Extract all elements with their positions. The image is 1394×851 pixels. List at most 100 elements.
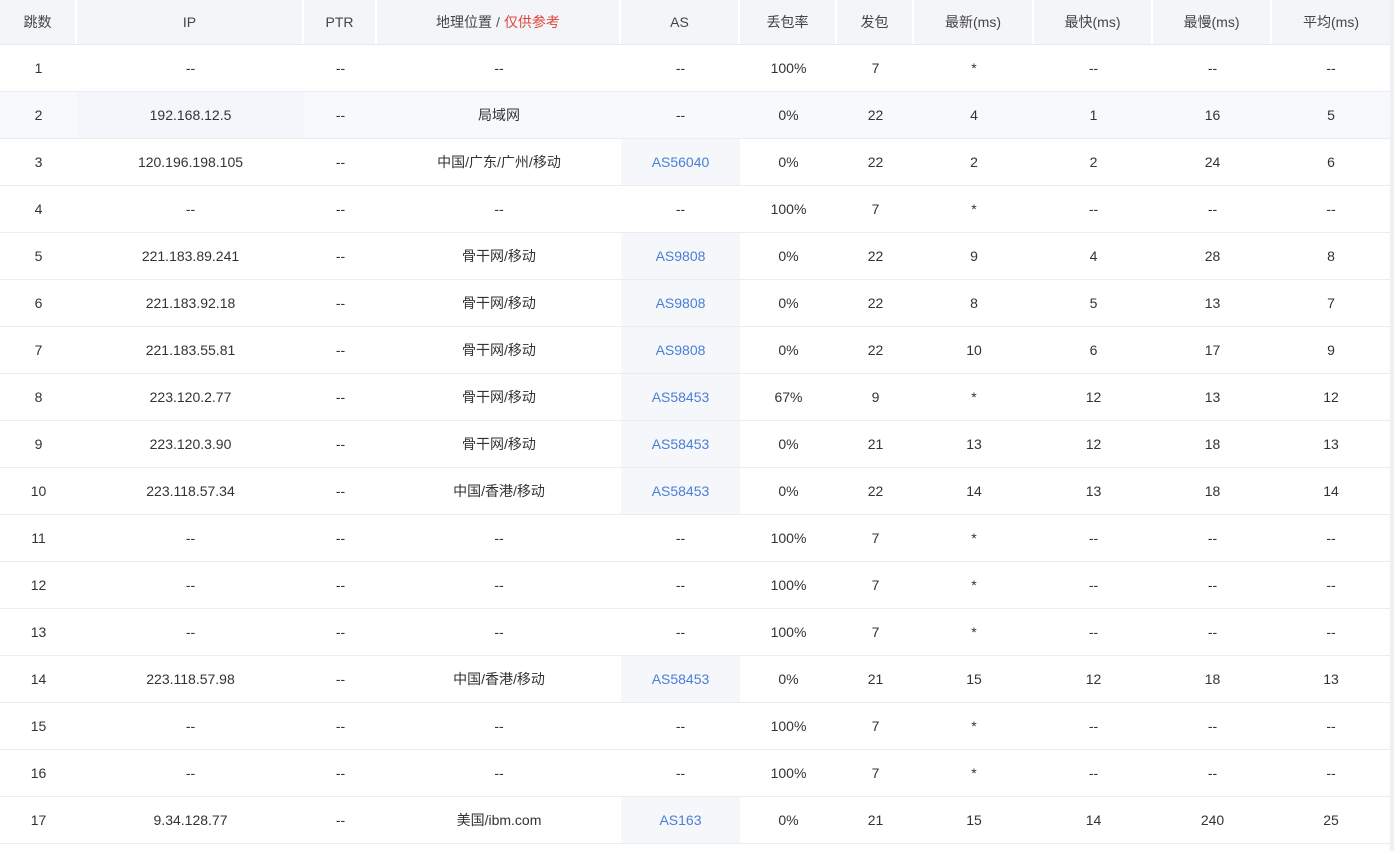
cell-as: AS56040 bbox=[621, 139, 740, 185]
cell-worst: 28 bbox=[1204, 248, 1221, 264]
as-number-link[interactable]: AS9808 bbox=[656, 295, 706, 311]
cell-as: -- bbox=[675, 60, 686, 76]
cell-worst: -- bbox=[1207, 624, 1218, 640]
header-ptr[interactable]: PTR bbox=[304, 0, 377, 44]
cell-best: -- bbox=[1088, 577, 1099, 593]
cell-sent: 7 bbox=[871, 577, 880, 593]
cell-worst: -- bbox=[1207, 577, 1218, 593]
header-last[interactable]: 最新(ms) bbox=[914, 0, 1034, 44]
table-row: 10 223.118.57.34 -- 中国/香港/移动 AS58453 0% 22 14 13… bbox=[0, 468, 1394, 515]
cell-ptr: -- bbox=[335, 812, 346, 828]
cell-avg: 13 bbox=[1323, 436, 1339, 452]
cell-ptr: -- bbox=[335, 671, 346, 687]
header-geo-label: 地理位置 bbox=[436, 14, 493, 30]
header-worst[interactable]: 最慢(ms) bbox=[1153, 0, 1272, 44]
cell-ptr: -- bbox=[335, 201, 346, 217]
cell-ip: -- bbox=[185, 530, 196, 546]
cell-best: 12 bbox=[1085, 671, 1102, 687]
as-number-link[interactable]: AS58453 bbox=[652, 671, 710, 687]
cell-hop: 11 bbox=[31, 530, 46, 546]
traceroute-table: 跳数 IP PTR 地理位置 / 仅供参考 AS 丢包率 发包 最新(ms) 最… bbox=[0, 0, 1394, 851]
cell-ptr: -- bbox=[335, 60, 346, 76]
cell-avg: 13 bbox=[1323, 671, 1339, 687]
cell-ptr: -- bbox=[335, 436, 346, 452]
cell-sent: 22 bbox=[867, 295, 884, 311]
cell-best: -- bbox=[1088, 624, 1099, 640]
table-row: 4 -- -- -- -- 100% 7 * -- -- -- bbox=[0, 186, 1394, 233]
cell-avg: 14 bbox=[1323, 483, 1339, 499]
header-geo[interactable]: 地理位置 / 仅供参考 bbox=[377, 0, 621, 44]
cell-sent: 7 bbox=[871, 201, 880, 217]
cell-ptr: -- bbox=[335, 718, 346, 734]
as-number-link[interactable]: AS9808 bbox=[656, 248, 706, 264]
cell-loss: 100% bbox=[770, 624, 807, 640]
cell-worst: 24 bbox=[1204, 154, 1221, 170]
header-best[interactable]: 最快(ms) bbox=[1034, 0, 1153, 44]
header-avg[interactable]: 平均(ms) bbox=[1272, 0, 1390, 44]
cell-best: -- bbox=[1088, 718, 1099, 734]
cell-best: 4 bbox=[1089, 248, 1098, 264]
cell-loss: 0% bbox=[778, 248, 799, 264]
cell-worst: 240 bbox=[1200, 812, 1225, 828]
cell-ptr: -- bbox=[335, 624, 346, 640]
cell-best: -- bbox=[1088, 530, 1099, 546]
as-number-link[interactable]: AS163 bbox=[659, 812, 701, 828]
cell-hop: 3 bbox=[34, 154, 43, 170]
table-row: 7 221.183.55.81 -- 骨干网/移动 AS9808 0% 22 10 6 17 9 bbox=[0, 327, 1394, 374]
cell-as: -- bbox=[675, 718, 686, 734]
cell-loss: 100% bbox=[770, 530, 807, 546]
cell-ptr: -- bbox=[335, 577, 346, 593]
cell-loss: 0% bbox=[778, 342, 799, 358]
header-sent[interactable]: 发包 bbox=[837, 0, 914, 44]
cell-last: * bbox=[971, 718, 977, 734]
cell-geo: 骨干网/移动 bbox=[462, 389, 536, 405]
cell-last: 15 bbox=[966, 812, 982, 828]
cell-ip: -- bbox=[185, 718, 196, 734]
cell-as: AS9808 bbox=[621, 233, 740, 279]
header-loss[interactable]: 丢包率 bbox=[740, 0, 837, 44]
cell-geo: 中国/香港/移动 bbox=[453, 671, 545, 687]
as-number-link[interactable]: AS58453 bbox=[652, 483, 710, 499]
cell-last: * bbox=[971, 389, 977, 405]
cell-last: * bbox=[971, 577, 977, 593]
cell-loss: 100% bbox=[770, 577, 807, 593]
cell-last: * bbox=[971, 624, 977, 640]
cell-last: * bbox=[971, 530, 977, 546]
as-number-link[interactable]: AS56040 bbox=[652, 154, 710, 170]
as-number-link[interactable]: AS58453 bbox=[652, 389, 710, 405]
as-number-link[interactable]: AS9808 bbox=[656, 342, 706, 358]
cell-best: -- bbox=[1088, 201, 1099, 217]
cell-best: -- bbox=[1088, 765, 1099, 781]
cell-ip: -- bbox=[185, 201, 196, 217]
cell-hop: 8 bbox=[34, 389, 43, 405]
cell-avg: 25 bbox=[1323, 812, 1339, 828]
header-ip[interactable]: IP bbox=[77, 0, 304, 44]
cell-last: 14 bbox=[966, 483, 982, 499]
cell-hop: 17 bbox=[30, 812, 47, 828]
cell-best: -- bbox=[1088, 60, 1099, 76]
cell-avg: -- bbox=[1326, 577, 1336, 593]
cell-ip: -- bbox=[185, 60, 196, 76]
cell-avg: -- bbox=[1326, 530, 1336, 546]
cell-geo: -- bbox=[494, 765, 504, 781]
cell-geo: 骨干网/移动 bbox=[462, 436, 536, 452]
cell-best: 5 bbox=[1089, 295, 1098, 311]
as-number-link[interactable]: AS58453 bbox=[652, 436, 710, 452]
table-row: 12 -- -- -- -- 100% 7 * -- -- -- bbox=[0, 562, 1394, 609]
cell-worst: 16 bbox=[1204, 107, 1221, 123]
cell-geo: -- bbox=[494, 201, 504, 217]
vertical-scrollbar[interactable] bbox=[1390, 0, 1394, 851]
header-as[interactable]: AS bbox=[621, 0, 740, 44]
header-hop[interactable]: 跳数 bbox=[0, 0, 77, 44]
cell-best: 13 bbox=[1085, 483, 1102, 499]
cell-hop: 10 bbox=[30, 483, 47, 499]
cell-ip: 9.34.128.77 bbox=[153, 812, 228, 828]
cell-hop: 5 bbox=[34, 248, 43, 264]
cell-worst: 18 bbox=[1204, 436, 1221, 452]
cell-last: 13 bbox=[966, 436, 982, 452]
table-row: 16 -- -- -- -- 100% 7 * -- -- -- bbox=[0, 750, 1394, 797]
cell-sent: 21 bbox=[867, 436, 884, 452]
cell-as: AS163 bbox=[621, 797, 740, 843]
cell-worst: -- bbox=[1207, 201, 1218, 217]
cell-geo: -- bbox=[494, 530, 504, 546]
